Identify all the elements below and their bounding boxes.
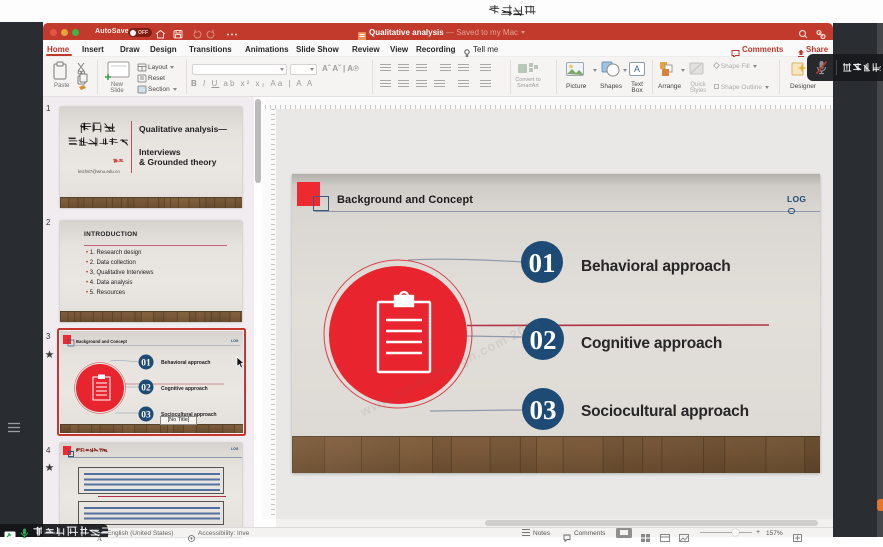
svg-text:03: 03 [141,411,151,421]
svg-text:01: 01 [141,359,151,369]
svg-text:Cognitive approach: Cognitive approach [161,386,208,392]
svg-text:A: A [634,64,640,74]
svg-text:LOG: LOG [231,339,239,343]
svg-text:Background and Concept: Background and Concept [76,339,128,344]
svg-text:Behavioral approach: Behavioral approach [161,360,210,366]
svg-text:02: 02 [141,384,151,394]
